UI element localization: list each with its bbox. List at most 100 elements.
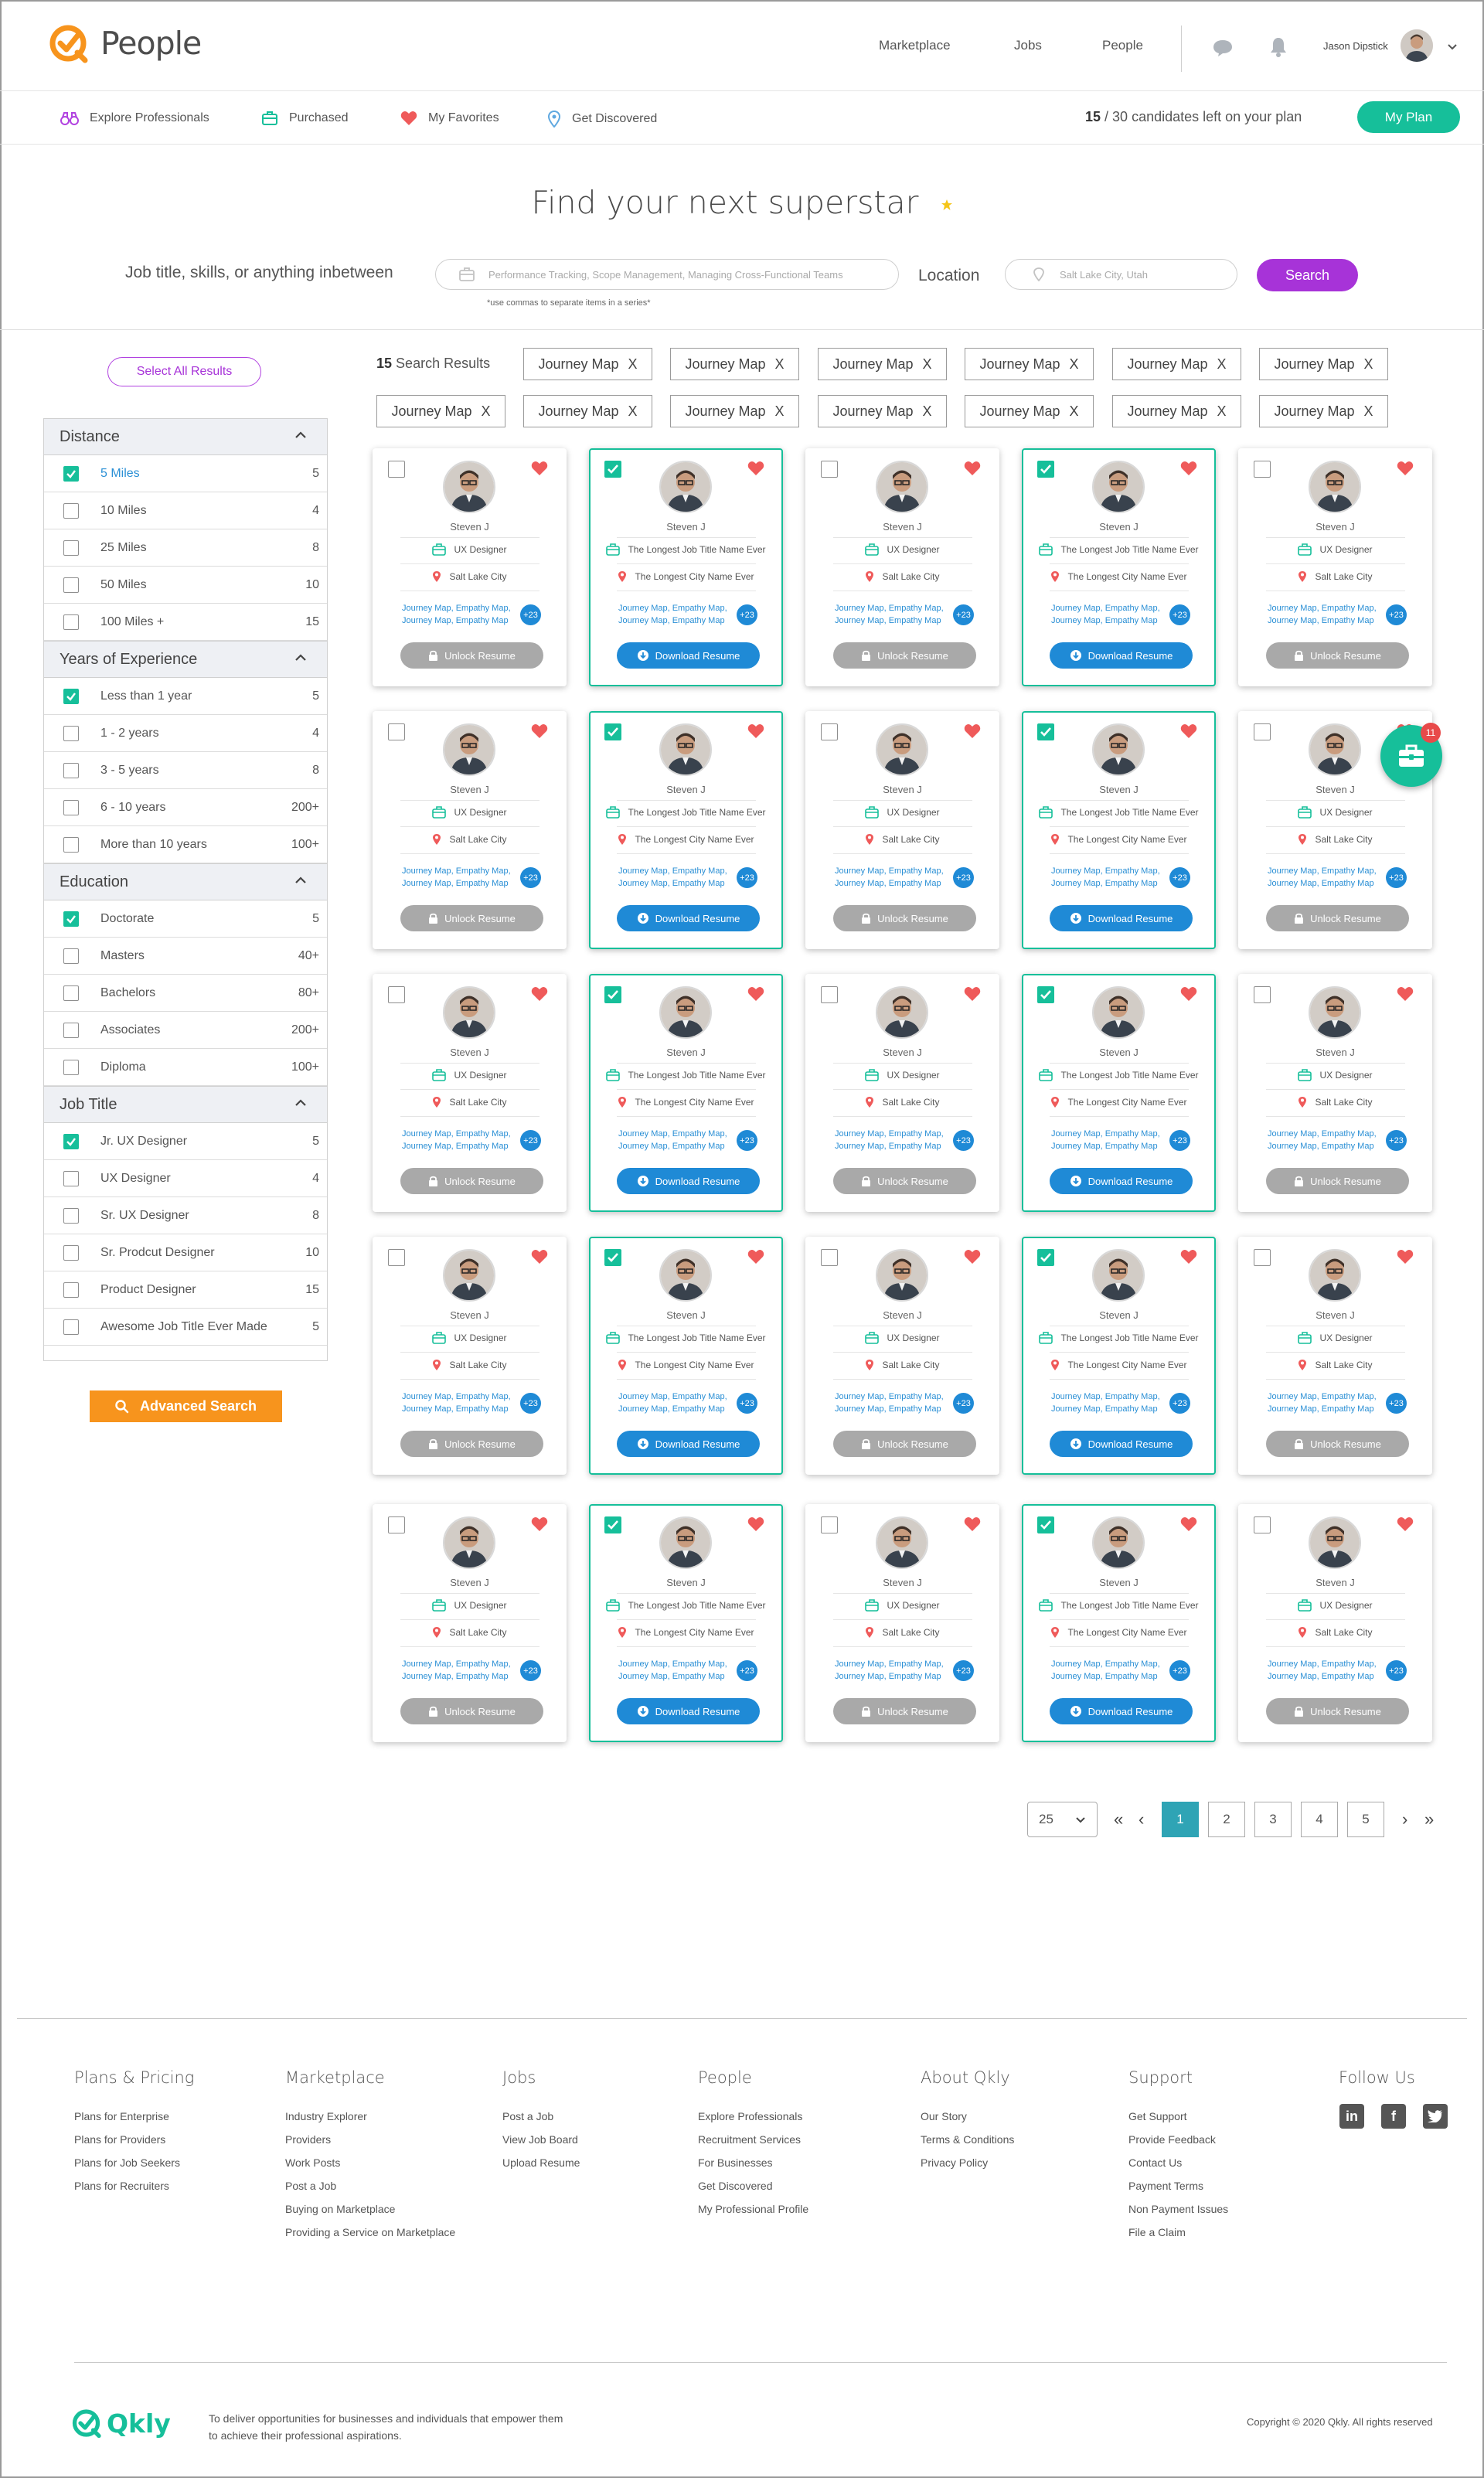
more-skills-badge[interactable]: +23 (737, 1660, 757, 1681)
select-candidate-checkbox[interactable] (1037, 1516, 1054, 1533)
candidate-skills[interactable]: Journey Map, Empathy Map, Journey Map, E… (835, 865, 951, 890)
download-resume-button[interactable]: Download Resume (617, 1698, 760, 1724)
candidate-photo[interactable] (443, 1249, 495, 1302)
remove-tag-icon[interactable]: X (1217, 356, 1227, 373)
filter-group-header[interactable]: Education (44, 863, 327, 900)
select-candidate-checkbox[interactable] (1037, 723, 1054, 740)
select-candidate-checkbox[interactable] (604, 986, 621, 1003)
remove-tag-icon[interactable]: X (1070, 403, 1079, 420)
select-candidate-checkbox[interactable] (821, 461, 838, 478)
select-candidate-checkbox[interactable] (1037, 461, 1054, 478)
filter-tag[interactable]: Journey Map X (1112, 348, 1241, 380)
checkbox[interactable] (63, 1207, 79, 1224)
unlock-resume-button[interactable]: Unlock Resume (400, 1168, 543, 1194)
candidate-skills[interactable]: Journey Map, Empathy Map, Journey Map, E… (1268, 1128, 1384, 1152)
select-candidate-checkbox[interactable] (388, 461, 405, 478)
unlock-resume-button[interactable]: Unlock Resume (1266, 905, 1409, 931)
footer-link[interactable]: Get Support (1128, 2110, 1228, 2133)
favorite-heart-icon[interactable] (747, 723, 764, 739)
filter-option[interactable]: 3 - 5 years 8 (44, 752, 327, 789)
candidate-skills[interactable]: Journey Map, Empathy Map, Journey Map, E… (402, 1658, 518, 1683)
candidate-card[interactable]: Steven J UX Designer Salt Lake City Journey… (805, 974, 999, 1212)
more-skills-badge[interactable]: +23 (1386, 604, 1407, 625)
unlock-resume-button[interactable]: Unlock Resume (833, 642, 976, 669)
chevron-up-icon[interactable] (294, 431, 307, 439)
remove-tag-icon[interactable]: X (923, 403, 932, 420)
candidate-photo[interactable] (1309, 461, 1361, 513)
more-skills-badge[interactable]: +23 (953, 604, 974, 625)
checkbox[interactable] (63, 762, 79, 778)
select-candidate-checkbox[interactable] (388, 986, 405, 1003)
select-all-results-button[interactable]: Select All Results (107, 357, 261, 386)
candidate-skills[interactable]: Journey Map, Empathy Map, Journey Map, E… (1051, 1128, 1167, 1152)
download-resume-button[interactable]: Download Resume (1050, 905, 1193, 931)
remove-tag-icon[interactable]: X (1364, 356, 1373, 373)
favorite-heart-icon[interactable] (747, 461, 764, 476)
candidate-name[interactable]: Steven J (1023, 1309, 1214, 1321)
select-candidate-checkbox[interactable] (1254, 986, 1271, 1003)
checkbox[interactable] (63, 1170, 79, 1186)
candidate-card[interactable]: Steven J UX Designer Salt Lake City Journey… (373, 1237, 567, 1475)
footer-link[interactable]: Our Story (921, 2110, 1014, 2133)
filter-option[interactable]: 5 Miles 5 (44, 455, 327, 492)
filter-tag[interactable]: Journey Map X (1112, 395, 1241, 427)
footer-link[interactable]: Plans for Recruiters (74, 2180, 194, 2203)
footer-link[interactable]: Get Discovered (698, 2180, 808, 2203)
user-name[interactable]: Jason Dipstick (1323, 40, 1388, 52)
linkedin-icon[interactable]: in (1339, 2104, 1364, 2129)
unlock-resume-button[interactable]: Unlock Resume (400, 1698, 543, 1724)
candidate-photo[interactable] (659, 1516, 712, 1569)
candidate-card[interactable]: Steven J The Longest Job Title Name Ever T… (589, 1504, 783, 1742)
brand-logo[interactable]: People (48, 22, 202, 65)
select-candidate-checkbox[interactable] (821, 723, 838, 740)
subnav-my-favorites[interactable]: My Favorites (400, 111, 499, 126)
checkbox[interactable] (63, 985, 79, 1001)
unlock-resume-button[interactable]: Unlock Resume (1266, 1431, 1409, 1457)
footer-link[interactable]: View Job Board (502, 2133, 580, 2156)
remove-tag-icon[interactable]: X (775, 356, 785, 373)
favorite-heart-icon[interactable] (1397, 461, 1414, 476)
candidate-name[interactable]: Steven J (591, 521, 781, 533)
candidate-card[interactable]: Steven J UX Designer Salt Lake City Journey… (1238, 448, 1432, 686)
candidate-photo[interactable] (659, 723, 712, 776)
more-skills-badge[interactable]: +23 (953, 1130, 974, 1151)
candidate-card[interactable]: Steven J The Longest Job Title Name Ever T… (589, 1237, 783, 1475)
remove-tag-icon[interactable]: X (923, 356, 932, 373)
more-skills-badge[interactable]: +23 (953, 1660, 974, 1681)
favorite-heart-icon[interactable] (1397, 986, 1414, 1002)
candidate-name[interactable]: Steven J (374, 1309, 565, 1321)
filter-option[interactable]: Sr. UX Designer 8 (44, 1197, 327, 1234)
footer-link[interactable]: Post a Job (502, 2110, 580, 2133)
candidate-name[interactable]: Steven J (1023, 1047, 1214, 1058)
filter-tag[interactable]: Journey Map X (1259, 395, 1388, 427)
checkbox[interactable] (63, 1059, 79, 1075)
footer-link[interactable]: Payment Terms (1128, 2180, 1228, 2203)
download-resume-button[interactable]: Download Resume (1050, 642, 1193, 669)
page-button[interactable]: 1 (1162, 1802, 1199, 1837)
candidate-card[interactable]: Steven J The Longest Job Title Name Ever T… (589, 974, 783, 1212)
unlock-resume-button[interactable]: Unlock Resume (833, 1431, 976, 1457)
download-resume-button[interactable]: Download Resume (617, 642, 760, 669)
favorite-heart-icon[interactable] (531, 986, 548, 1002)
remove-tag-icon[interactable]: X (628, 356, 638, 373)
select-candidate-checkbox[interactable] (1254, 1516, 1271, 1533)
checkbox[interactable] (63, 836, 79, 853)
per-page-select[interactable]: 25 (1027, 1802, 1098, 1837)
candidate-name[interactable]: Steven J (591, 784, 781, 795)
favorite-heart-icon[interactable] (531, 461, 548, 476)
chevron-up-icon[interactable] (294, 1099, 307, 1107)
candidate-card[interactable]: Steven J UX Designer Salt Lake City Journey… (373, 448, 567, 686)
remove-tag-icon[interactable]: X (482, 403, 491, 420)
candidate-photo[interactable] (443, 1516, 495, 1569)
footer-link[interactable]: Contact Us (1128, 2156, 1228, 2180)
candidate-photo[interactable] (1092, 723, 1145, 776)
footer-link[interactable]: File a Claim (1128, 2226, 1228, 2249)
subnav-purchased[interactable]: Purchased (261, 111, 349, 126)
more-skills-badge[interactable]: +23 (1386, 1393, 1407, 1414)
candidate-name[interactable]: Steven J (1023, 521, 1214, 533)
candidate-photo[interactable] (443, 986, 495, 1039)
favorite-heart-icon[interactable] (747, 1516, 764, 1532)
footer-link[interactable]: Terms & Conditions (921, 2133, 1014, 2156)
filter-tag[interactable]: Journey Map X (523, 348, 652, 380)
unlock-resume-button[interactable]: Unlock Resume (833, 1698, 976, 1724)
